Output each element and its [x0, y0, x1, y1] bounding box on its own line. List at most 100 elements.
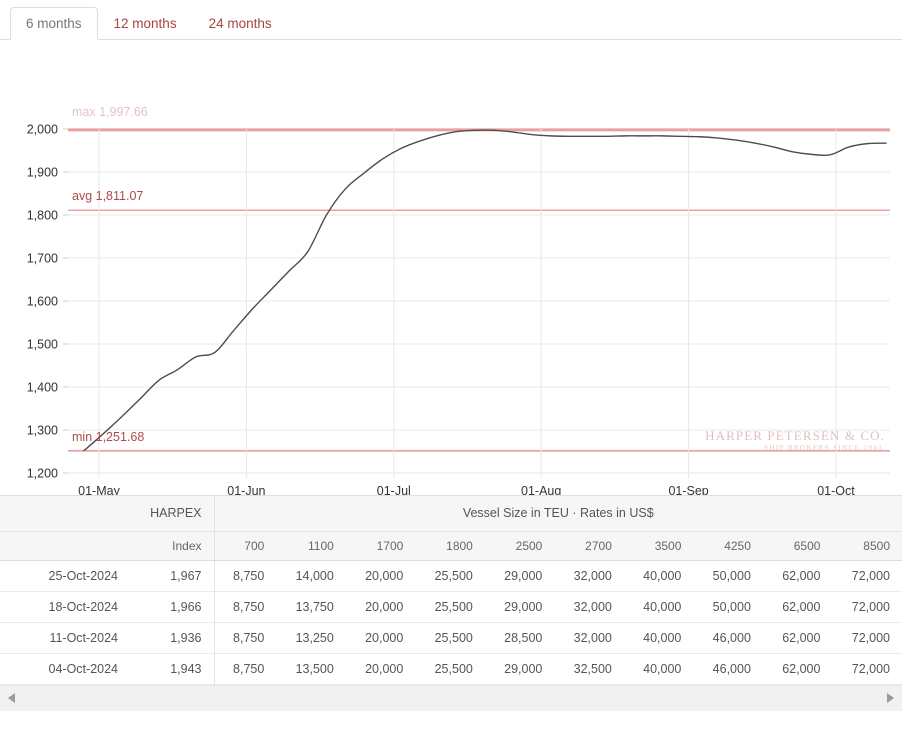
- row-rate-6500: 62,000: [782, 568, 821, 583]
- row-rate-2700: 32,000: [573, 599, 612, 614]
- row-rate-2700: 32,500: [573, 661, 612, 676]
- row-rate-1800: 25,500: [434, 599, 473, 614]
- tab-12-months[interactable]: 12 months: [98, 7, 193, 41]
- row-rate-1700: 20,000: [365, 568, 404, 583]
- y-tick-label: 2,000: [27, 123, 58, 137]
- row-rate-6500: 62,000: [782, 599, 821, 614]
- row-rate-3500: 40,000: [643, 630, 682, 645]
- table-size-header-row: Index 700 1100 1700 1800 2500 2700 3500 4250 6500…: [0, 531, 902, 561]
- row-rate-8500: 72,000: [851, 630, 890, 645]
- row-rate-6500: 62,000: [782, 661, 821, 676]
- row-rate-1700: 20,000: [365, 599, 404, 614]
- size-header-6500: 6500: [762, 531, 833, 561]
- size-header-2500: 2500: [484, 531, 555, 561]
- y-tick-label: 1,200: [27, 467, 58, 481]
- table-row: 04-Oct-2024 1,943 8,750 13,500 20,000 25,500 2…: [0, 653, 902, 684]
- row-rate-4250: 46,000: [712, 630, 751, 645]
- row-index-value: 1,936: [130, 622, 215, 653]
- rates-table-head: HARPEX Vessel Size in TEU · Rates in US$…: [0, 496, 902, 561]
- x-tick-label: 01-Jul: [377, 484, 411, 495]
- row-rate-4250: 50,000: [712, 599, 751, 614]
- rates-table-body: 25-Oct-2024 1,967 8,750 14,000 20,000 25,500 2…: [0, 560, 902, 684]
- row-index-value: 1,943: [130, 653, 215, 684]
- row-rate-2500: 29,000: [504, 599, 543, 614]
- row-rate-3500: 40,000: [643, 568, 682, 583]
- size-header-index: Index: [130, 531, 215, 561]
- row-rate-2700: 32,000: [573, 630, 612, 645]
- row-date: 25-Oct-2024: [48, 568, 118, 583]
- x-tick-label: 01-May: [78, 484, 120, 495]
- row-rate-1100: 13,250: [295, 630, 334, 645]
- table-row: 25-Oct-2024 1,967 8,750 14,000 20,000 25,500 2…: [0, 560, 902, 591]
- size-header-1700: 1700: [345, 531, 416, 561]
- row-rate-700: 8,750: [233, 630, 265, 645]
- harpex-series-line: [83, 129, 887, 452]
- size-header-700: 700: [214, 531, 277, 561]
- row-rate-1100: 13,500: [295, 661, 334, 676]
- chart-gridlines: [68, 128, 890, 474]
- y-axis-ticks: 2,000 1,900 1,800 1,700 1,600 1,500 1,400 1,300…: [27, 123, 68, 481]
- x-tick-label: 01-Sep: [668, 484, 708, 495]
- size-header-date-spacer: [0, 531, 130, 561]
- row-rate-2500: 29,000: [504, 661, 543, 676]
- size-header-1100: 1100: [276, 531, 346, 561]
- chart-reference-labels: max 1,997.66 avg 1,811.07 min 1,251.68: [72, 105, 148, 444]
- harpex-chart: 2,000 1,900 1,800 1,700 1,600 1,500 1,400 1,300…: [0, 40, 902, 495]
- row-date: 04-Oct-2024: [48, 661, 118, 676]
- scroll-right-arrow-icon[interactable]: [883, 691, 897, 705]
- table-row: 11-Oct-2024 1,936 8,750 13,250 20,000 25,500 2…: [0, 622, 902, 653]
- row-date: 18-Oct-2024: [48, 599, 118, 614]
- size-header-4250: 4250: [693, 531, 763, 561]
- row-rate-1800: 25,500: [434, 630, 473, 645]
- watermark-title: HARPER PETERSEN & CO.: [705, 428, 885, 443]
- reference-label-min: min 1,251.68: [72, 430, 144, 444]
- chart-svg: 2,000 1,900 1,800 1,700 1,600 1,500 1,400 1,300…: [27, 105, 890, 495]
- x-tick-label: 01-Jun: [227, 484, 265, 495]
- row-rate-4250: 46,000: [712, 661, 751, 676]
- row-date: 11-Oct-2024: [49, 630, 118, 645]
- y-tick-label: 1,300: [27, 424, 58, 438]
- horizontal-scrollbar[interactable]: [0, 684, 902, 711]
- watermark-subtitle: SHIP BROKERS SINCE 1943: [764, 444, 883, 452]
- row-rate-3500: 40,000: [643, 661, 682, 676]
- row-rate-4250: 50,000: [712, 568, 751, 583]
- row-index-value: 1,966: [130, 591, 215, 622]
- rates-table-container: HARPEX Vessel Size in TEU · Rates in US$…: [0, 495, 902, 685]
- row-rate-700: 8,750: [233, 599, 265, 614]
- y-tick-label: 1,900: [27, 166, 58, 180]
- row-rate-8500: 72,000: [851, 599, 890, 614]
- group-header-spacer: [0, 496, 130, 532]
- size-header-2700: 2700: [554, 531, 624, 561]
- row-rate-1800: 25,500: [434, 568, 473, 583]
- table-row: 18-Oct-2024 1,966 8,750 13,750 20,000 25,500 2…: [0, 591, 902, 622]
- row-rate-2500: 28,500: [504, 630, 543, 645]
- reference-label-avg: avg 1,811.07: [72, 189, 143, 203]
- row-rate-8500: 72,000: [851, 568, 890, 583]
- reference-label-max: max 1,997.66: [72, 105, 148, 119]
- x-tick-label: 01-Aug: [521, 484, 561, 495]
- y-tick-label: 1,600: [27, 295, 58, 309]
- scroll-left-arrow-icon[interactable]: [5, 691, 19, 705]
- scrollbar-track[interactable]: [19, 691, 883, 705]
- y-tick-label: 1,700: [27, 252, 58, 266]
- row-rate-8500: 72,000: [851, 661, 890, 676]
- group-header-vessel-size: Vessel Size in TEU · Rates in US$: [214, 496, 902, 532]
- row-rate-3500: 40,000: [643, 599, 682, 614]
- row-rate-1100: 13,750: [295, 599, 334, 614]
- row-rate-2700: 32,000: [573, 568, 612, 583]
- table-group-header-row: HARPEX Vessel Size in TEU · Rates in US$: [0, 496, 902, 532]
- tab-24-months[interactable]: 24 months: [193, 7, 288, 41]
- size-header-1800: 1800: [415, 531, 485, 561]
- x-tick-label: 01-Oct: [817, 484, 855, 495]
- tab-6-months[interactable]: 6 months: [10, 6, 98, 40]
- harper-petersen-watermark: HARPER PETERSEN & CO. SHIP BROKERS SINCE…: [705, 428, 885, 452]
- size-header-8500: 8500: [832, 531, 902, 561]
- row-rate-6500: 62,000: [782, 630, 821, 645]
- y-tick-label: 1,800: [27, 209, 58, 223]
- row-rate-1800: 25,500: [434, 661, 473, 676]
- size-header-3500: 3500: [623, 531, 694, 561]
- y-tick-label: 1,500: [27, 338, 58, 352]
- rates-table: HARPEX Vessel Size in TEU · Rates in US$…: [0, 496, 902, 685]
- row-rate-2500: 29,000: [504, 568, 543, 583]
- row-rate-1700: 20,000: [365, 661, 404, 676]
